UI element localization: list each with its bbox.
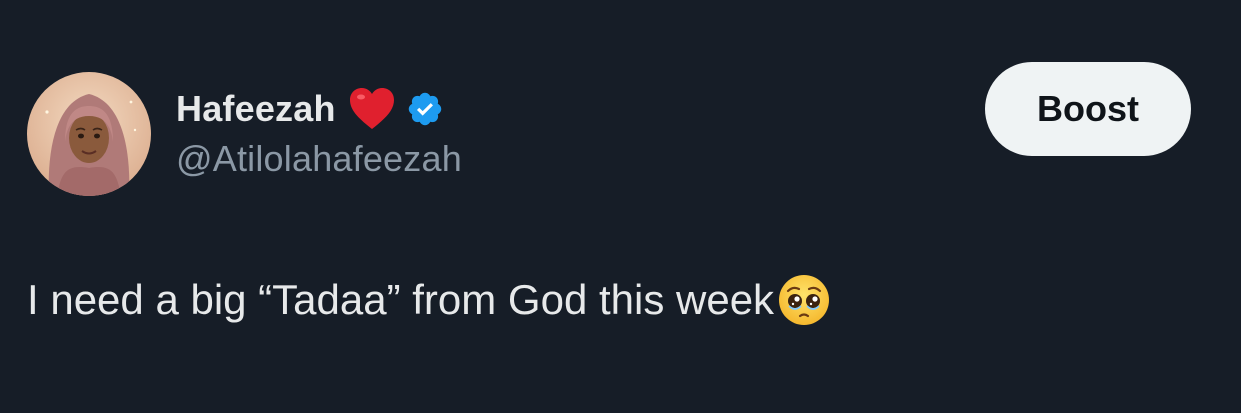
tweet-text: I need a big “Tadaa” from God this week <box>27 270 832 330</box>
verified-badge-icon[interactable] <box>406 90 444 128</box>
avatar-illustration <box>27 72 151 196</box>
tweet-text-content: I need a big “Tadaa” from God this week <box>27 276 775 323</box>
tweet-card: Hafeezah @Atilolahafeezah Boost I need a… <box>0 0 1241 413</box>
pleading-face-icon <box>776 272 832 328</box>
avatar[interactable] <box>27 72 151 196</box>
red-heart-icon <box>348 86 396 132</box>
boost-button[interactable]: Boost <box>985 62 1191 156</box>
author-handle[interactable]: @Atilolahafeezah <box>176 138 462 180</box>
author-name-row: Hafeezah <box>176 82 444 136</box>
author-display-name[interactable]: Hafeezah <box>176 88 336 130</box>
